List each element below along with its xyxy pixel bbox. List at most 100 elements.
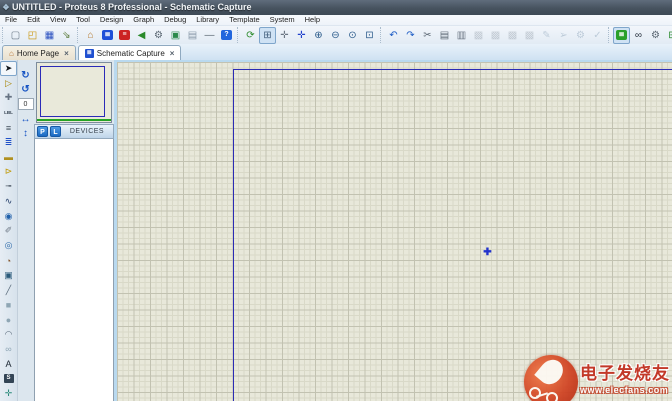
block-copy-button[interactable]: ▩ — [470, 27, 487, 44]
menu-view[interactable]: View — [45, 15, 71, 25]
tab-schematic-capture[interactable]: ≣Schematic Capture× — [78, 45, 182, 60]
design-explorer-tree-button[interactable]: ≣ — [613, 27, 630, 44]
voltage-probe-mode-button[interactable]: ◎ — [0, 238, 17, 253]
rotate-clockwise-button[interactable]: ↻ — [18, 68, 33, 82]
menu-help[interactable]: Help — [300, 15, 325, 25]
help-button[interactable]: ? — [218, 27, 235, 44]
schematic-capture-button-glyph: ≣ — [102, 30, 113, 40]
menu-system[interactable]: System — [265, 15, 300, 25]
2d-box-mode-button[interactable]: ■ — [0, 298, 17, 313]
2d-marker-mode-button[interactable]: ✛ — [0, 386, 17, 401]
block-rotate-button[interactable]: ▩ — [504, 27, 521, 44]
assignment-tool-button[interactable]: ✓ — [589, 27, 606, 44]
mirror-horizontal-button[interactable]: ↔ — [18, 112, 33, 126]
mirror-vertical-button[interactable]: ↕ — [18, 126, 33, 140]
block-move-button[interactable]: ▩ — [487, 27, 504, 44]
text-script-mode-button[interactable]: ≡ — [0, 120, 17, 135]
menu-design[interactable]: Design — [95, 15, 128, 25]
devices-list[interactable] — [34, 139, 114, 401]
zoom-all-button[interactable]: ⊙ — [344, 27, 361, 44]
orientation-toolbar: ↻↺ 0 ↔↕ — [17, 60, 34, 401]
junction-dot-mode-button[interactable]: ✚ — [0, 91, 17, 106]
current-probe-mode-button[interactable]: ◔ — [0, 253, 17, 268]
rotate-anticlockwise-button[interactable]: ↺ — [18, 82, 33, 96]
overview-sheet-outline — [40, 66, 105, 117]
tab-home-page[interactable]: ⌂Home Page× — [2, 45, 76, 60]
home-page-button[interactable]: ⌂ — [82, 27, 99, 44]
zoom-area-button[interactable]: ⊡ — [361, 27, 378, 44]
devices-panel-title: DEVICES — [61, 128, 113, 135]
component-mode-button[interactable]: ▷ — [0, 76, 17, 91]
cut-button[interactable]: ✂ — [419, 27, 436, 44]
center-at-cursor-button[interactable]: ✛ — [293, 27, 310, 44]
graph-mode-button[interactable]: ∿ — [0, 194, 17, 209]
measure-button[interactable]: — — [201, 27, 218, 44]
design-explorer-button[interactable]: ▣ — [167, 27, 184, 44]
toggle-grid-button[interactable]: ⊞ — [259, 27, 276, 44]
watermark-texts: 电子发烧友 www.elecfans.com — [580, 359, 670, 395]
library-button[interactable]: L — [50, 126, 61, 137]
subcircuit-mode-button[interactable]: ▬ — [0, 150, 17, 165]
pick-devices-button[interactable]: P — [37, 126, 48, 137]
schematic-capture-button[interactable]: ≣ — [99, 27, 116, 44]
wire-label-mode-button[interactable]: LBL — [0, 105, 17, 120]
watermark: 电子发烧友 www.elecfans.com — [524, 355, 670, 401]
2d-circle-mode-button[interactable]: ● — [0, 312, 17, 327]
paste-button[interactable]: ▥ — [453, 27, 470, 44]
menu-file[interactable]: File — [0, 15, 22, 25]
menu-edit[interactable]: Edit — [22, 15, 45, 25]
2d-symbol-mode-button[interactable]: S — [0, 371, 17, 386]
search-and-edit-button[interactable]: ✎ — [538, 27, 555, 44]
schematic-canvas[interactable]: ✚ 电子发烧友 www.elecfans.com — [117, 62, 672, 401]
buses-mode-button[interactable]: ≣ — [0, 135, 17, 150]
overview-window[interactable] — [36, 62, 112, 123]
rotation-angle-field[interactable]: 0 — [18, 98, 34, 110]
2d-path-mode-button[interactable]: ∞ — [0, 342, 17, 357]
virtual-instruments-mode-button[interactable]: ▣ — [0, 268, 17, 283]
2d-text-mode-button[interactable]: A — [0, 357, 17, 372]
new-sheet-button[interactable]: ⊞ — [664, 27, 672, 44]
menu-debug[interactable]: Debug — [159, 15, 191, 25]
selection-mode-button[interactable]: ➤ — [0, 61, 17, 76]
property-tool-button[interactable]: ⚙ — [572, 27, 589, 44]
2d-arc-mode-button[interactable]: ◠ — [0, 327, 17, 342]
menu-template[interactable]: Template — [224, 15, 264, 25]
tab-schematic-capture-close-icon[interactable]: × — [170, 49, 175, 58]
tab-home-page-close-icon[interactable]: × — [64, 49, 69, 58]
zoom-out-button[interactable]: ⊖ — [327, 27, 344, 44]
find-component-button[interactable]: ∞ — [630, 27, 647, 44]
bill-of-materials-button[interactable]: ▤ — [184, 27, 201, 44]
toolbar-group-design: ≣∞⚙⊞✖▤↱ — [608, 27, 672, 43]
2d-line-mode-button[interactable]: ╱ — [0, 283, 17, 298]
devices-panel-header: P L DEVICES — [34, 124, 114, 139]
property-assignment-button[interactable]: ⚙ — [647, 27, 664, 44]
new-project-button[interactable]: ▢ — [7, 27, 24, 44]
watermark-url: www.elecfans.com — [580, 385, 670, 395]
title-bar[interactable]: ❖UNTITLED - Proteus 8 Professional - Sch… — [0, 0, 672, 15]
3d-viewer-button[interactable]: ◀ — [133, 27, 150, 44]
device-pins-mode-button[interactable]: ╼ — [0, 179, 17, 194]
copy-button[interactable]: ▤ — [436, 27, 453, 44]
zoom-in-button[interactable]: ⊕ — [310, 27, 327, 44]
open-project-button[interactable]: ◰ — [24, 27, 41, 44]
redo-button[interactable]: ↷ — [402, 27, 419, 44]
save-project-button[interactable]: ▦ — [41, 27, 58, 44]
import-project-button[interactable]: ⇘ — [58, 27, 75, 44]
generator-mode-button[interactable]: ✐ — [0, 224, 17, 239]
gerber-viewer-button[interactable]: ⚙ — [150, 27, 167, 44]
redraw-button[interactable]: ⟳ — [242, 27, 259, 44]
point-edit-button[interactable]: ➢ — [555, 27, 572, 44]
logo-circuit-dot — [529, 387, 541, 399]
watermark-title: 电子发烧友 — [580, 359, 670, 384]
menu-library[interactable]: Library — [191, 15, 224, 25]
sheet-border — [233, 69, 672, 401]
menu-tool[interactable]: Tool — [71, 15, 95, 25]
pcb-layout-button[interactable]: ≡ — [116, 27, 133, 44]
block-delete-button[interactable]: ▩ — [521, 27, 538, 44]
elecfans-logo — [524, 355, 578, 401]
undo-button[interactable]: ↶ — [385, 27, 402, 44]
false-origin-button[interactable]: ✛ — [276, 27, 293, 44]
tape-recorder-mode-button[interactable]: ◉ — [0, 209, 17, 224]
terminals-mode-button[interactable]: ⊳ — [0, 164, 17, 179]
menu-graph[interactable]: Graph — [128, 15, 159, 25]
